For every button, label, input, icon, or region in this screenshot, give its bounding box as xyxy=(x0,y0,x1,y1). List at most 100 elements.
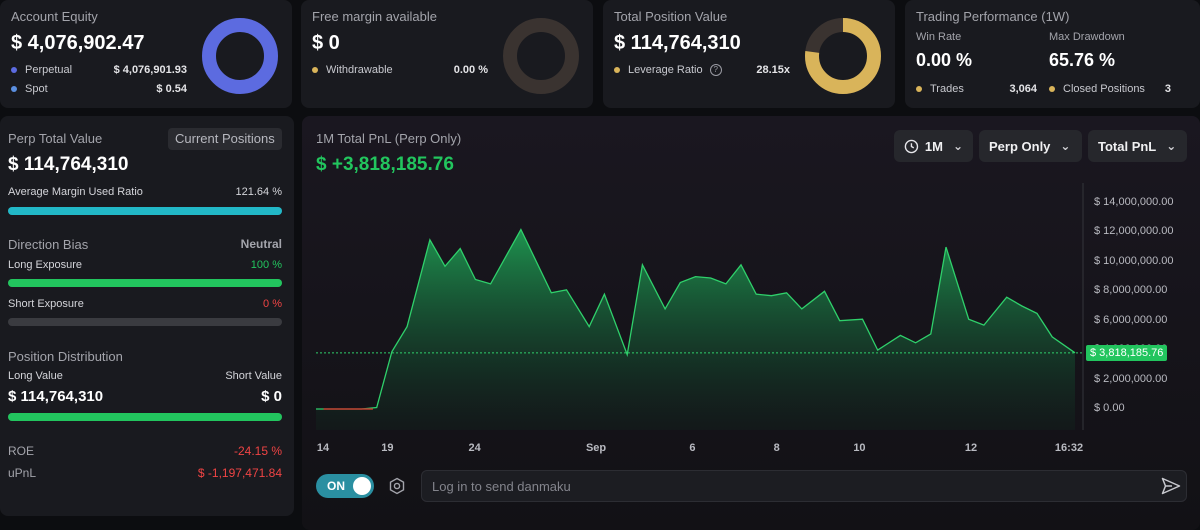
long-value-label: Long Value xyxy=(8,370,63,382)
x-tick-label: 19 xyxy=(381,442,394,454)
leverage-row: Leverage Ratio ? xyxy=(614,64,722,77)
leverage-label: Leverage Ratio xyxy=(628,64,703,76)
clock-icon xyxy=(904,139,919,153)
spot-label: Spot xyxy=(25,83,48,95)
short-value-label: Short Value xyxy=(225,370,282,382)
trades-value: 3,064 xyxy=(1009,83,1037,95)
distribution-bar xyxy=(8,413,282,421)
danmaku-input[interactable] xyxy=(421,470,1187,502)
x-tick-label: 10 xyxy=(853,442,866,454)
chevron-down-icon: ⌄ xyxy=(1166,139,1177,153)
trades-label: Trades xyxy=(930,83,964,95)
perp-total-title: Perp Total Value xyxy=(8,131,103,146)
chevron-down-icon: ⌄ xyxy=(1060,139,1071,153)
closed-positions-label: Closed Positions xyxy=(1063,83,1145,95)
settings-icon[interactable] xyxy=(388,477,406,495)
margin-ratio-value: 121.64 % xyxy=(235,186,282,198)
x-tick-label: 6 xyxy=(689,442,696,454)
perpetual-label: Perpetual xyxy=(25,64,73,76)
pnl-panel xyxy=(302,116,1200,530)
withdrawable-row: Withdrawable xyxy=(312,64,393,76)
trading-performance-card: Trading Performance (1W) Win Rate 0.00 %… xyxy=(905,0,1200,108)
x-tick-label: 16:32 xyxy=(1054,442,1084,454)
max-drawdown-value: 65.76 % xyxy=(1049,50,1116,70)
win-rate-value: 0.00 % xyxy=(916,50,973,70)
direction-bias-value: Neutral xyxy=(240,237,282,251)
perpetual-row: Perpetual xyxy=(11,64,72,76)
spot-value: $ 0.54 xyxy=(156,83,187,95)
y-tick-label: $ 8,000,000.00 xyxy=(1094,284,1168,297)
long-exposure-fill xyxy=(8,279,282,287)
current-positions-tab[interactable]: Current Positions xyxy=(168,128,282,150)
metric-label: Total PnL xyxy=(1098,138,1157,154)
margin-ratio-bar xyxy=(8,207,282,215)
danmaku-toggle-label: ON xyxy=(327,479,345,493)
short-exposure-value: 0 % xyxy=(263,298,282,310)
chevron-down-icon: ⌄ xyxy=(952,139,963,153)
danmaku-toggle[interactable]: ON xyxy=(316,474,374,498)
current-value-badge-label: $ 3,818,185.76 xyxy=(1090,346,1164,359)
perp-panel: Perp Total Value Current Positions $ 114… xyxy=(0,116,294,516)
short-value: $ 0 xyxy=(261,388,282,405)
distribution-fill xyxy=(8,413,282,421)
y-tick-label: $ 0.00 xyxy=(1094,402,1125,414)
closed-positions-row: Closed Positions xyxy=(1049,83,1145,95)
position-value-title: Total Position Value xyxy=(614,9,728,24)
win-rate-label: Win Rate xyxy=(916,31,962,43)
position-distribution-title: Position Distribution xyxy=(8,349,123,364)
metric-selector[interactable]: Total PnL ⌄ xyxy=(1088,130,1187,162)
pnl-title: 1M Total PnL (Perp Only) xyxy=(316,131,462,146)
y-tick-label: $ 14,000,000.00 xyxy=(1094,196,1174,208)
pnl-value: $ +3,818,185.76 xyxy=(316,154,454,175)
roe-value: -24.15 % xyxy=(233,444,282,458)
free-margin-title: Free margin available xyxy=(312,9,438,24)
x-tick-label: 12 xyxy=(964,442,978,454)
direction-bias-title: Direction Bias xyxy=(8,237,89,252)
position-value-card: Total Position Value $ 114,764,310 Lever… xyxy=(603,0,895,108)
toggle-knob xyxy=(353,477,371,495)
range-label: 1M xyxy=(924,138,943,154)
long-exposure-bar xyxy=(8,279,282,287)
performance-title: Trading Performance (1W) xyxy=(916,9,1070,24)
x-tick-label: 14 xyxy=(316,442,330,454)
position-value-amount: $ 114,764,310 xyxy=(614,32,741,54)
y-tick-label: $ 12,000,000.00 xyxy=(1094,225,1174,238)
spot-dot xyxy=(11,86,17,93)
leverage-dot xyxy=(614,67,620,74)
withdrawable-dot xyxy=(312,67,318,74)
margin-donut xyxy=(503,18,579,94)
short-exposure-label: Short Exposure xyxy=(8,298,84,310)
x-tick-label: 8 xyxy=(773,442,780,454)
equity-donut xyxy=(202,18,278,94)
account-equity-value: $ 4,076,902.47 xyxy=(11,32,145,54)
closed-positions-dot xyxy=(1049,86,1055,93)
x-tick-label: Sep xyxy=(585,442,607,454)
perpetual-dot xyxy=(11,67,17,74)
margin-ratio-label: Average Margin Used Ratio xyxy=(8,186,143,198)
spot-row: Spot xyxy=(11,83,48,95)
long-exposure-label: Long Exposure xyxy=(8,259,82,271)
short-exposure-bar xyxy=(8,318,282,326)
filter-selector[interactable]: Perp Only ⌄ xyxy=(979,130,1082,162)
max-drawdown-label: Max Drawdown xyxy=(1049,31,1125,43)
long-value: $ 114,764,310 xyxy=(8,388,104,405)
position-donut xyxy=(805,18,881,94)
perp-total-value: $ 114,764,310 xyxy=(8,154,129,175)
withdrawable-label: Withdrawable xyxy=(326,64,393,76)
range-selector[interactable]: 1M ⌄ xyxy=(894,130,973,162)
current-value-badge: $ 3,818,185.76 xyxy=(1086,344,1168,361)
y-tick-label: $ 6,000,000.00 xyxy=(1094,313,1168,326)
x-tick-label: 24 xyxy=(468,442,481,454)
upnl-value: $ -1,197,471.84 xyxy=(197,466,282,480)
send-icon[interactable] xyxy=(1161,477,1181,495)
closed-positions-value: 3 xyxy=(1164,83,1171,95)
withdrawable-value: 0.00 % xyxy=(453,64,488,76)
upnl-label: uPnL xyxy=(8,466,37,480)
free-margin-card: Free margin available $ 0 Withdrawable 0… xyxy=(301,0,593,108)
y-tick-label: $ 2,000,000.00 xyxy=(1094,372,1168,385)
long-exposure-value: 100 % xyxy=(250,259,282,271)
account-equity-title: Account Equity xyxy=(11,9,98,24)
roe-label: ROE xyxy=(8,444,35,458)
help-icon[interactable]: ? xyxy=(709,64,722,77)
perpetual-value: $ 4,076,901.93 xyxy=(113,64,187,76)
